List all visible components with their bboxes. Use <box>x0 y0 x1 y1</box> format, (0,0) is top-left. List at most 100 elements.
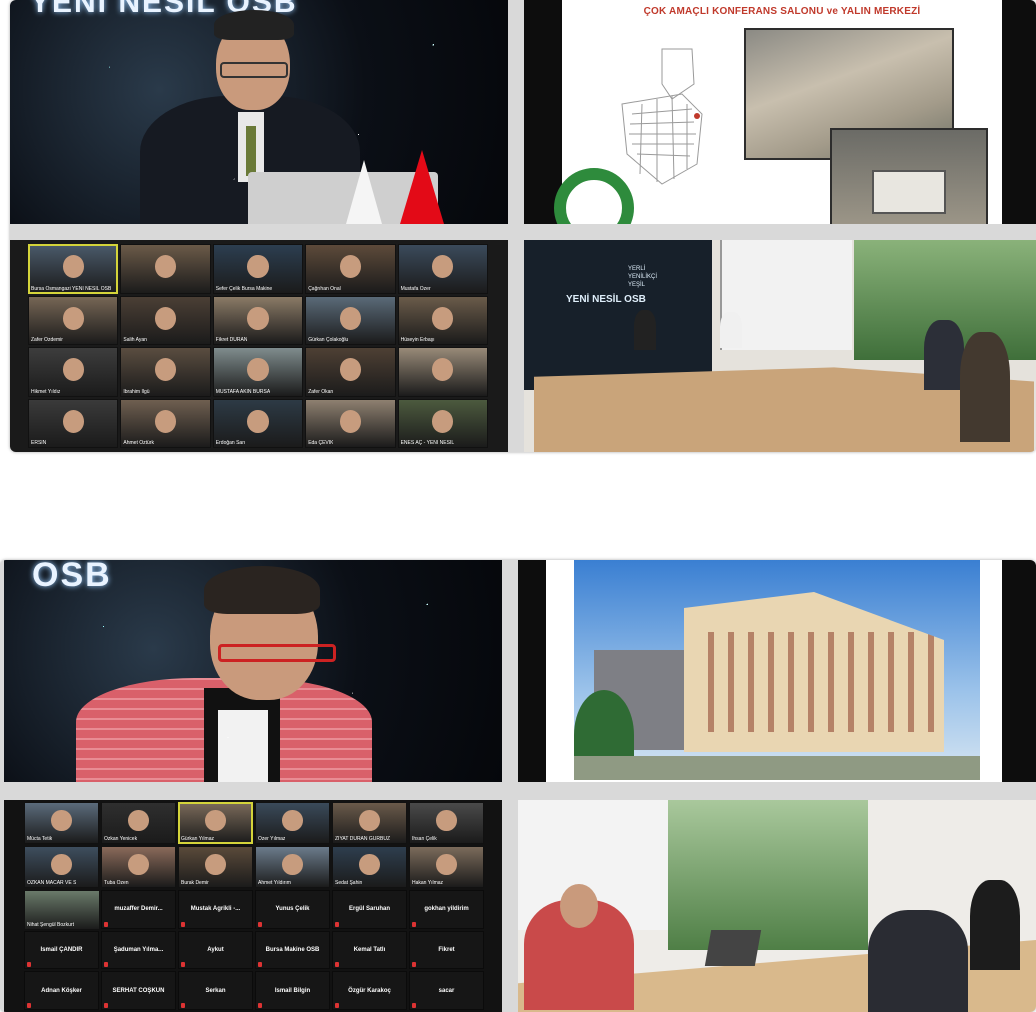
participant-tile[interactable]: Mücta Tetik <box>24 802 99 844</box>
participant-name: gokhan yildirim <box>424 906 469 913</box>
speaker-hair <box>214 10 294 40</box>
participant-face <box>62 255 84 279</box>
participant-tile[interactable]: Erdoğan Sarı <box>212 398 304 448</box>
participant-tile[interactable]: Ihsan Çelik <box>409 802 484 844</box>
participant-tile[interactable]: Hakan Yılmaz <box>409 846 484 888</box>
participant-name: Mücta Tetik <box>27 836 53 842</box>
participant-face <box>51 810 72 831</box>
attendee-3 <box>924 320 964 390</box>
participant-face <box>432 409 454 433</box>
participant-name: Hikmet Yıldız <box>31 388 61 395</box>
participant-tile[interactable]: Çağrıhan Önal <box>305 244 396 294</box>
participant-name-tile[interactable]: Mustak Agrikli -... <box>178 890 253 929</box>
participant-name-tile[interactable]: Ismail ÇANDIR <box>24 930 99 970</box>
speaker-video-bottom: OSB <box>4 560 502 782</box>
attendee-1 <box>634 310 656 350</box>
zoom-gallery-bottom: Mücta Tetik Özkan Yenicek Gürkan Yılmaz Öze… <box>4 800 502 1012</box>
participant-name-tile[interactable]: Şaduman Yılma... <box>101 930 176 970</box>
participant-name-tile[interactable]: Ismail Bilgin <box>255 971 330 1010</box>
participant-name: sacar <box>438 987 455 994</box>
participant-name-tile[interactable]: Ergül Saruhan <box>332 890 407 929</box>
participant-tile[interactable] <box>397 347 488 397</box>
participant-face <box>339 409 361 433</box>
participant-name-tile[interactable]: sacar <box>409 971 484 1010</box>
participant-name: Fikret DURAN <box>215 337 248 343</box>
participant-tile[interactable] <box>120 244 211 294</box>
speaker-jacket <box>76 678 372 782</box>
participant-tile[interactable]: Mustafa Özer <box>397 244 488 294</box>
participant-face <box>282 854 303 875</box>
participant-face <box>359 810 380 831</box>
participant-tile[interactable]: Zafer Özdemir <box>28 295 119 345</box>
participant-tile[interactable]: Ahmet Yıldırım <box>255 846 330 888</box>
participant-name-tile[interactable]: Kemal Tatlı <box>332 930 407 970</box>
participant-tile[interactable]: Sefer Çelik Bursa Makine <box>212 244 304 294</box>
participant-face <box>359 854 380 875</box>
participant-face <box>154 358 177 382</box>
room-logo-line-3: YENİLİKÇİ <box>628 274 658 280</box>
participant-tile[interactable]: Bursa Osmangazi YENİ NESİL OSB <box>28 244 119 294</box>
participant-tile[interactable]: Gürkan Çolakoğlu <box>305 295 396 345</box>
participant-name: Ergül Saruhan <box>348 906 390 913</box>
participant-name: Hüseyin Erbaşı <box>400 337 435 343</box>
participant-tile[interactable]: Tuba Özen <box>101 846 176 888</box>
muted-mic-icon <box>104 962 108 968</box>
participant-name-tile[interactable]: muzaffer Demir... <box>101 890 176 929</box>
muted-mic-icon <box>258 921 262 927</box>
participant-tile[interactable]: ZİYAT DURAN GÜRBÜZ <box>332 802 407 844</box>
participant-tile[interactable]: ENES AÇ - YENİ NESİL <box>397 398 488 448</box>
participant-name: Özer Yılmaz <box>258 836 286 842</box>
participant-name-tile[interactable]: Serkan <box>178 971 253 1010</box>
participant-tile[interactable]: Ibrahim Ilgü <box>120 347 211 397</box>
participant-name: Gürkan Çolakoğlu <box>308 337 349 343</box>
participant-name-tile[interactable]: Fikret <box>409 930 484 970</box>
room-logo-line-1: YENİ NESİL OSB <box>566 294 646 305</box>
participant-face <box>247 409 269 433</box>
muted-mic-icon <box>27 1003 31 1008</box>
participant-name: ERSİN <box>31 440 47 446</box>
participant-name-tile[interactable]: gokhan yildirim <box>409 890 484 929</box>
participant-face <box>62 409 84 433</box>
participant-name: Hakan Yılmaz <box>412 880 444 886</box>
muted-mic-icon <box>335 921 339 927</box>
participant-name: Zafer Okan <box>308 388 334 395</box>
participant-name-tile[interactable]: SERHAT COŞKUN <box>101 971 176 1010</box>
building-render <box>574 560 980 780</box>
participant-name: OZKAN MACAR VE S <box>27 880 77 886</box>
participant-tile[interactable]: Hüseyin Erbaşı <box>397 295 488 345</box>
participant-face <box>128 810 149 831</box>
participant-tile[interactable]: OZKAN MACAR VE S <box>24 846 99 888</box>
laptop <box>248 172 438 224</box>
participant-tile[interactable]: MUSTAFA AKIN BURSA <box>212 347 304 397</box>
participant-tile[interactable]: Salih Ayan <box>120 295 211 345</box>
participant-name-tile[interactable]: Aykut <box>178 930 253 970</box>
participant-name-tile[interactable]: Adnan Köşker <box>24 971 99 1010</box>
window-forest <box>668 800 868 950</box>
name-grid-bottom: muzaffer Demir... Mustak Agrikli -... Yunu… <box>24 890 484 1010</box>
participant-tile[interactable]: Burak Demir <box>178 846 253 888</box>
participant-name: Sefer Çelik Bursa Makine <box>215 285 273 292</box>
participant-tile[interactable]: Özer Yılmaz <box>255 802 330 844</box>
participant-name-tile[interactable]: Yunus Çelik <box>255 890 330 929</box>
participant-face <box>154 255 177 279</box>
participant-name: Kemal Tatlı <box>353 946 386 953</box>
participant-tile[interactable]: Gürkan Yılmaz <box>178 802 253 844</box>
participant-tile[interactable]: Fikret DURAN <box>212 295 304 345</box>
participant-tile[interactable]: Ahmet Öztürk <box>120 398 211 448</box>
participant-tile[interactable]: Hikmet Yıldız <box>28 347 119 397</box>
participant-name-tile[interactable]: Bursa Makine OSB <box>255 930 330 970</box>
participant-face <box>432 358 454 382</box>
participant-face <box>62 358 84 382</box>
participant-tile[interactable]: Eda ÇEVİK <box>305 398 396 448</box>
participant-name: Gürkan Yılmaz <box>181 836 214 842</box>
participant-name-tile[interactable]: Özgür Karakoç <box>332 971 407 1010</box>
participant-name: Ibrahim Ilgü <box>123 388 150 395</box>
meeting-room-bottom <box>518 800 1036 1012</box>
participant-tile[interactable]: Sedat Şahin <box>332 846 407 888</box>
participant-tile[interactable]: ERSİN <box>28 398 119 448</box>
participant-tile[interactable]: Özkan Yenicek <box>101 802 176 844</box>
speaker-shirt-bottom <box>204 688 280 782</box>
participant-tile[interactable]: Zafer Okan <box>305 347 396 397</box>
participant-name: Ahmet Öztürk <box>123 440 154 446</box>
muted-mic-icon <box>258 1003 262 1008</box>
